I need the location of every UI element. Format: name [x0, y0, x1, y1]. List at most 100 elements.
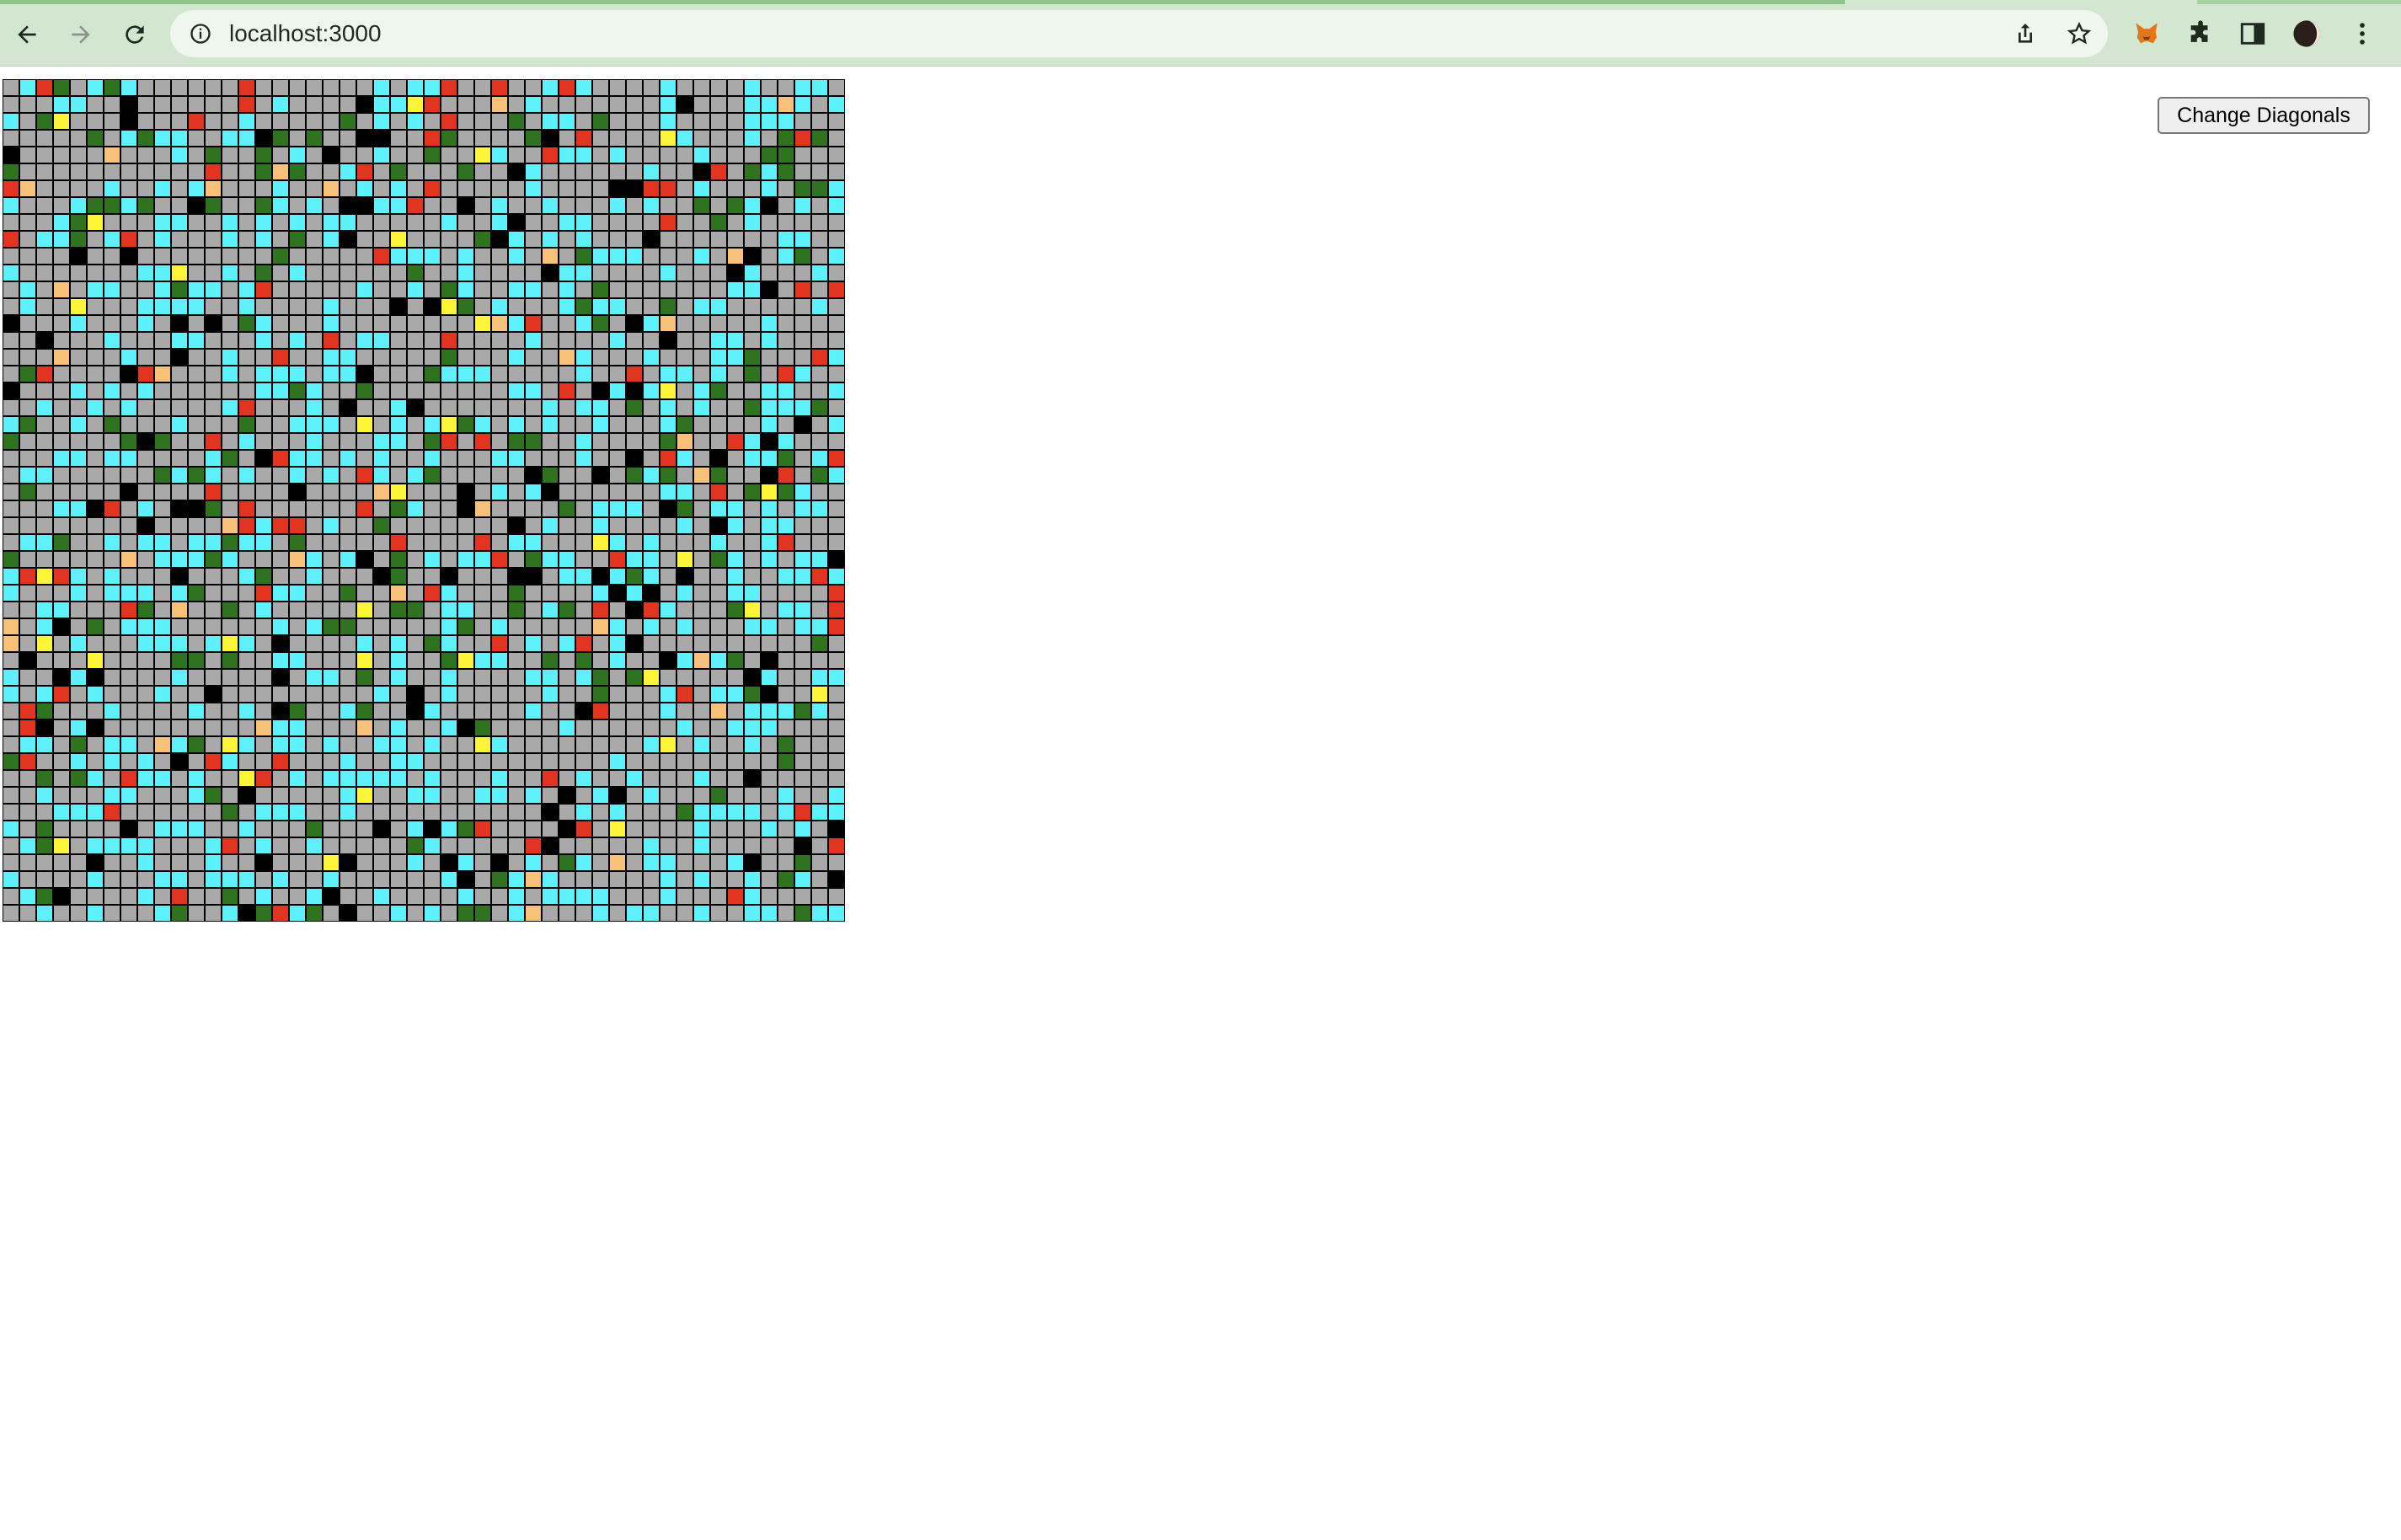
grid-cell[interactable]	[357, 602, 372, 618]
grid-cell[interactable]	[509, 366, 524, 382]
grid-cell[interactable]	[239, 198, 254, 213]
grid-cell[interactable]	[155, 788, 170, 803]
grid-cell[interactable]	[829, 434, 844, 449]
grid-cell[interactable]	[408, 501, 423, 516]
grid-cell[interactable]	[138, 417, 153, 432]
grid-cell[interactable]	[391, 636, 406, 651]
grid-cell[interactable]	[20, 164, 35, 179]
grid-cell[interactable]	[138, 147, 153, 163]
grid-cell[interactable]	[425, 687, 440, 702]
grid-cell[interactable]	[829, 232, 844, 247]
grid-cell[interactable]	[3, 619, 19, 634]
grid-cell[interactable]	[677, 417, 692, 432]
grid-cell[interactable]	[290, 788, 305, 803]
grid-cell[interactable]	[762, 131, 777, 146]
grid-cell[interactable]	[745, 468, 760, 483]
grid-cell[interactable]	[829, 198, 844, 213]
grid-cell[interactable]	[829, 754, 844, 769]
grid-cell[interactable]	[20, 872, 35, 887]
grid-cell[interactable]	[340, 383, 356, 398]
grid-cell[interactable]	[172, 333, 187, 348]
grid-cell[interactable]	[576, 434, 591, 449]
grid-cell[interactable]	[694, 619, 709, 634]
grid-cell[interactable]	[172, 771, 187, 786]
grid-cell[interactable]	[441, 147, 457, 163]
grid-cell[interactable]	[340, 906, 356, 921]
grid-cell[interactable]	[576, 147, 591, 163]
grid-cell[interactable]	[812, 299, 827, 314]
grid-cell[interactable]	[256, 737, 271, 752]
grid-cell[interactable]	[526, 788, 541, 803]
grid-cell[interactable]	[155, 737, 170, 752]
grid-cell[interactable]	[492, 366, 507, 382]
grid-cell[interactable]	[54, 569, 69, 584]
grid-cell[interactable]	[762, 215, 777, 230]
grid-cell[interactable]	[88, 720, 103, 735]
grid-cell[interactable]	[728, 788, 743, 803]
grid-cell[interactable]	[121, 906, 136, 921]
grid-cell[interactable]	[71, 97, 86, 112]
grid-cell[interactable]	[475, 80, 490, 95]
grid-cell[interactable]	[54, 164, 69, 179]
grid-cell[interactable]	[829, 501, 844, 516]
grid-cell[interactable]	[711, 670, 726, 685]
grid-cell[interactable]	[576, 872, 591, 887]
grid-cell[interactable]	[492, 855, 507, 870]
grid-cell[interactable]	[71, 265, 86, 281]
grid-cell[interactable]	[778, 249, 794, 264]
grid-cell[interactable]	[745, 872, 760, 887]
grid-cell[interactable]	[256, 636, 271, 651]
grid-cell[interactable]	[762, 855, 777, 870]
grid-cell[interactable]	[37, 586, 52, 601]
grid-cell[interactable]	[526, 484, 541, 500]
grid-cell[interactable]	[644, 535, 659, 550]
grid-cell[interactable]	[408, 737, 423, 752]
grid-cell[interactable]	[222, 619, 238, 634]
grid-cell[interactable]	[307, 164, 322, 179]
grid-cell[interactable]	[576, 181, 591, 196]
grid-cell[interactable]	[425, 400, 440, 415]
grid-cell[interactable]	[155, 569, 170, 584]
grid-cell[interactable]	[37, 181, 52, 196]
grid-cell[interactable]	[357, 855, 372, 870]
grid-cell[interactable]	[357, 619, 372, 634]
grid-cell[interactable]	[391, 855, 406, 870]
grid-cell[interactable]	[357, 468, 372, 483]
grid-cell[interactable]	[728, 889, 743, 904]
grid-cell[interactable]	[576, 114, 591, 129]
grid-cell[interactable]	[458, 114, 473, 129]
grid-cell[interactable]	[121, 737, 136, 752]
grid-cell[interactable]	[104, 535, 120, 550]
grid-cell[interactable]	[829, 838, 844, 853]
grid-cell[interactable]	[458, 80, 473, 95]
grid-cell[interactable]	[543, 198, 558, 213]
grid-cell[interactable]	[425, 484, 440, 500]
grid-cell[interactable]	[54, 518, 69, 533]
grid-cell[interactable]	[593, 855, 608, 870]
grid-cell[interactable]	[340, 518, 356, 533]
grid-cell[interactable]	[307, 889, 322, 904]
grid-cell[interactable]	[189, 282, 204, 297]
grid-cell[interactable]	[256, 720, 271, 735]
grid-cell[interactable]	[559, 805, 575, 820]
grid-cell[interactable]	[37, 147, 52, 163]
grid-cell[interactable]	[644, 366, 659, 382]
grid-cell[interactable]	[357, 350, 372, 365]
grid-cell[interactable]	[172, 569, 187, 584]
grid-cell[interactable]	[644, 737, 659, 752]
grid-cell[interactable]	[71, 805, 86, 820]
grid-cell[interactable]	[441, 232, 457, 247]
grid-cell[interactable]	[138, 164, 153, 179]
grid-cell[interactable]	[138, 687, 153, 702]
grid-cell[interactable]	[728, 518, 743, 533]
grid-cell[interactable]	[593, 215, 608, 230]
grid-cell[interactable]	[812, 97, 827, 112]
grid-cell[interactable]	[475, 232, 490, 247]
grid-cell[interactable]	[660, 80, 676, 95]
grid-cell[interactable]	[543, 838, 558, 853]
grid-cell[interactable]	[711, 350, 726, 365]
grid-cell[interactable]	[189, 383, 204, 398]
grid-cell[interactable]	[694, 181, 709, 196]
grid-cell[interactable]	[273, 181, 288, 196]
grid-cell[interactable]	[239, 552, 254, 567]
